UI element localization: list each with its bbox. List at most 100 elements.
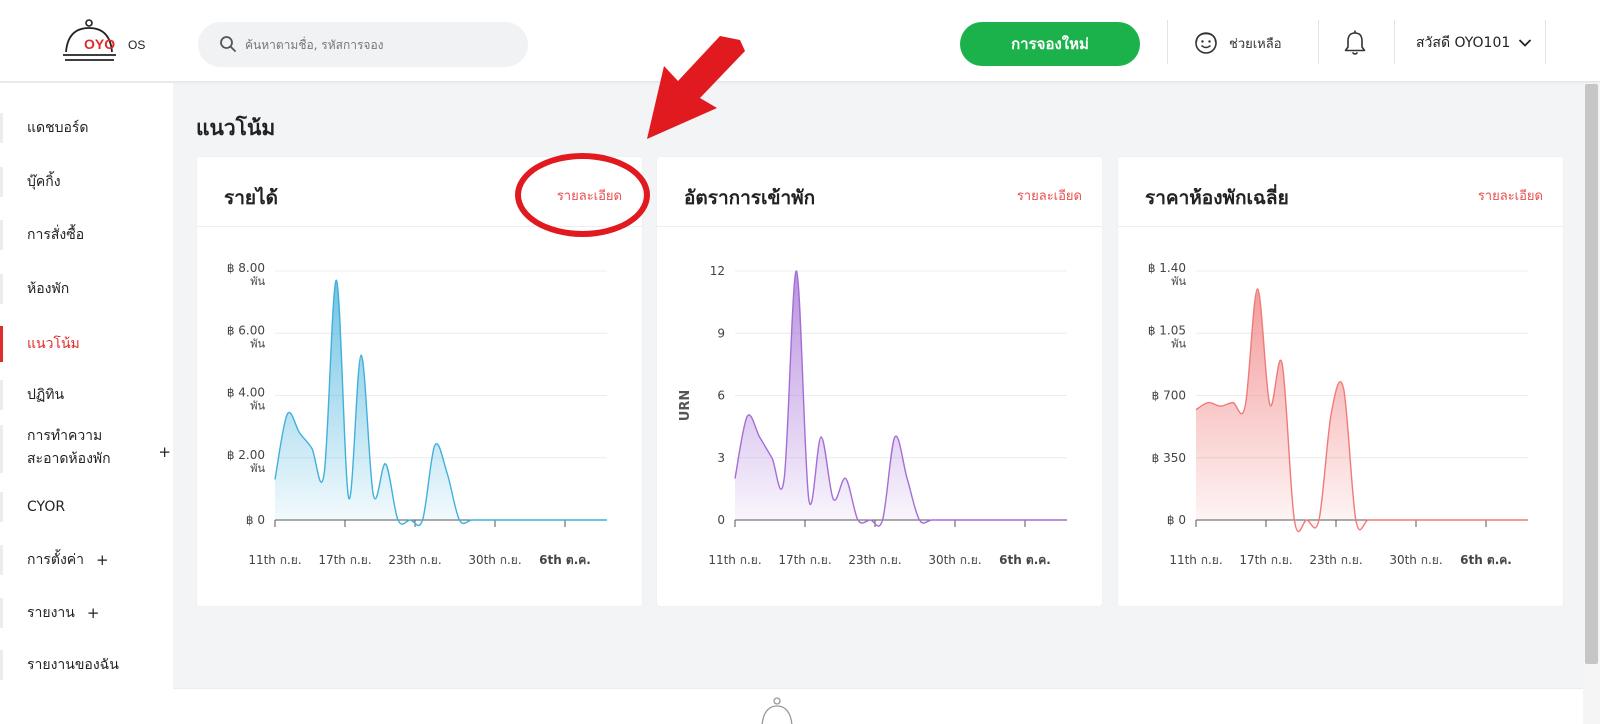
sidebar-item-label: รายงานของฉัน [27,657,119,673]
occupancy-card: อัตราการเข้าพัก รายละเอียด 0 3 6 9 12 URN 11th… [657,157,1102,606]
sidebar-item-label: แดชบอร์ด [27,120,89,136]
x-tick-label: 17th ก.ย. [318,553,371,567]
sidebar: แดชบอร์ด บุ๊คกิ้ง การสั่งซื้อ ห้องพัก แน… [0,83,173,724]
x-tick-label: 30th ก.ย. [468,553,521,567]
x-tick-label: 6th ต.ค. [1460,553,1512,567]
sidebar-marker [0,113,3,143]
card-title: ราคาห้องพักเฉลี่ย [1145,187,1289,209]
y-tick-label: ฿ 2.00 [227,448,265,462]
y-tick-label: 3 [717,451,725,465]
sidebar-marker [0,492,3,522]
sidebar-marker [0,650,3,680]
y-tick-label: ฿ 700 [1152,389,1186,403]
help-button[interactable]: ช่วยเหลือ [1194,30,1282,56]
search-box[interactable] [198,22,528,67]
sidebar-item-label: CYOR [27,499,66,515]
search-icon [220,36,236,52]
y-tick-sublabel: พัน [1171,275,1186,288]
x-tick-label: 23th ก.ย. [848,553,901,567]
x-tick-label: 11th ก.ย. [708,553,761,567]
annotation-arrow [647,36,745,139]
top-header: OYO OS การจองใหม่ ช่วยเหลือ สวัสดี OYO10… [0,0,1600,82]
sidebar-item-trends[interactable]: แนวโน้ม [0,326,173,362]
x-tick-label: 6th ต.ค. [539,553,591,567]
user-menu[interactable]: สวัสดี OYO101 [1416,32,1532,54]
sidebar-item-label: การตั้งค่า [27,552,85,568]
revenue-chart: ฿ 0฿ 2.00พัน฿ 4.00พัน฿ 6.00พัน฿ 8.00พัน1… [227,261,607,567]
sidebar-marker [0,545,3,575]
card-title: อัตราการเข้าพัก [684,187,816,209]
svg-text:OYO: OYO [84,36,115,52]
divider [1318,20,1319,64]
average-rate-chart: ฿ 0฿ 350฿ 700฿ 1.05พัน฿ 1.40พัน11th ก.ย.… [1148,261,1528,567]
sidebar-item-housekeeping[interactable]: การทำความ สะอาดห้องพัก + [0,425,173,473]
page-title: แนวโน้ม [196,116,276,140]
sidebar-marker [0,425,3,473]
y-tick-sublabel: พัน [250,337,265,350]
x-tick-label: 23th ก.ย. [1309,553,1362,567]
y-tick-sublabel: พัน [250,462,265,475]
sidebar-item-rooms[interactable]: ห้องพัก [0,274,173,304]
sidebar-item-my-reports[interactable]: รายงานของฉัน [0,650,173,680]
card-title: รายได้ [224,187,278,209]
sidebar-item-settings[interactable]: การตั้งค่า + [0,545,173,575]
y-tick-sublabel: พัน [250,400,265,413]
series-area [735,270,1067,527]
sidebar-item-cyor[interactable]: CYOR [0,492,173,522]
sidebar-marker [0,167,3,197]
occupancy-chart: 0 3 6 9 12 URN 11th ก.ย. 17th ก.ย. 23th ก.ย. 30th… [678,264,1067,567]
support-face-icon [1195,32,1217,54]
series-area [275,280,607,526]
search-input[interactable] [245,22,515,67]
details-link[interactable]: รายละเอียด [1017,185,1082,206]
y-tick-label: 6 [717,389,725,403]
divider [1167,20,1168,64]
sidebar-item-label: บุ๊คกิ้ง [27,174,61,190]
x-tick-label: 11th ก.ย. [1169,553,1222,567]
help-label: ช่วยเหลือ [1229,36,1282,52]
y-tick-label: ฿ 0 [1167,513,1186,527]
y-axis-title: URN [678,390,693,421]
y-tick-label: ฿ 350 [1152,451,1186,465]
divider [1394,20,1395,64]
y-tick-sublabel: พัน [250,275,265,288]
sidebar-item-label: ห้องพัก [27,281,70,297]
x-tick-label: 30th ก.ย. [928,553,981,567]
sidebar-item-calendar[interactable]: ปฏิทิน [0,380,173,410]
oyo-os-logo[interactable]: OYO OS [62,18,152,66]
footer [173,688,1583,724]
sidebar-item-bookings[interactable]: บุ๊คกิ้ง [0,167,173,197]
divider [1545,20,1546,64]
oyo-bell-logo [761,697,793,724]
y-tick-label: ฿ 1.05 [1148,323,1186,337]
x-tick-label: 6th ต.ค. [999,553,1051,567]
sidebar-item-label: การทำความ [27,428,103,444]
expand-plus-icon: + [86,604,100,622]
sidebar-item-label: ปฏิทิน [27,387,65,403]
y-tick-label: ฿ 4.00 [227,386,265,400]
sidebar-item-dashboard[interactable]: แดชบอร์ด [0,113,173,143]
sidebar-item-label: การสั่งซื้อ [27,227,85,243]
y-tick-label: 9 [717,326,725,340]
sidebar-marker [0,598,3,628]
x-tick-label: 11th ก.ย. [248,553,301,567]
x-tick-label: 23th ก.ย. [388,553,441,567]
y-tick-label: 0 [717,513,725,527]
x-tick-label: 30th ก.ย. [1389,553,1442,567]
expand-plus-icon: + [158,443,171,461]
sidebar-item-label: สะอาดห้องพัก [27,451,111,467]
y-tick-label: ฿ 8.00 [227,261,265,275]
sidebar-marker [0,380,3,410]
x-tick-label: 17th ก.ย. [1239,553,1292,567]
scrollbar-thumb[interactable] [1585,84,1598,664]
details-link[interactable]: รายละเอียด [1478,185,1543,206]
y-tick-label: ฿ 1.40 [1148,261,1186,275]
bell-icon[interactable] [1344,30,1366,56]
new-booking-button[interactable]: การจองใหม่ [960,22,1140,66]
chevron-down-icon [1519,39,1532,47]
sidebar-item-reports[interactable]: รายงาน + [0,598,173,628]
sidebar-item-label: แนวโน้ม [27,336,80,352]
sidebar-item-orders[interactable]: การสั่งซื้อ [0,220,173,250]
average-room-rate-card: ราคาห้องพักเฉลี่ย รายละเอียด ฿ 0 ฿ 350 ฿ 7… [1118,157,1563,606]
series-area [1196,288,1528,532]
